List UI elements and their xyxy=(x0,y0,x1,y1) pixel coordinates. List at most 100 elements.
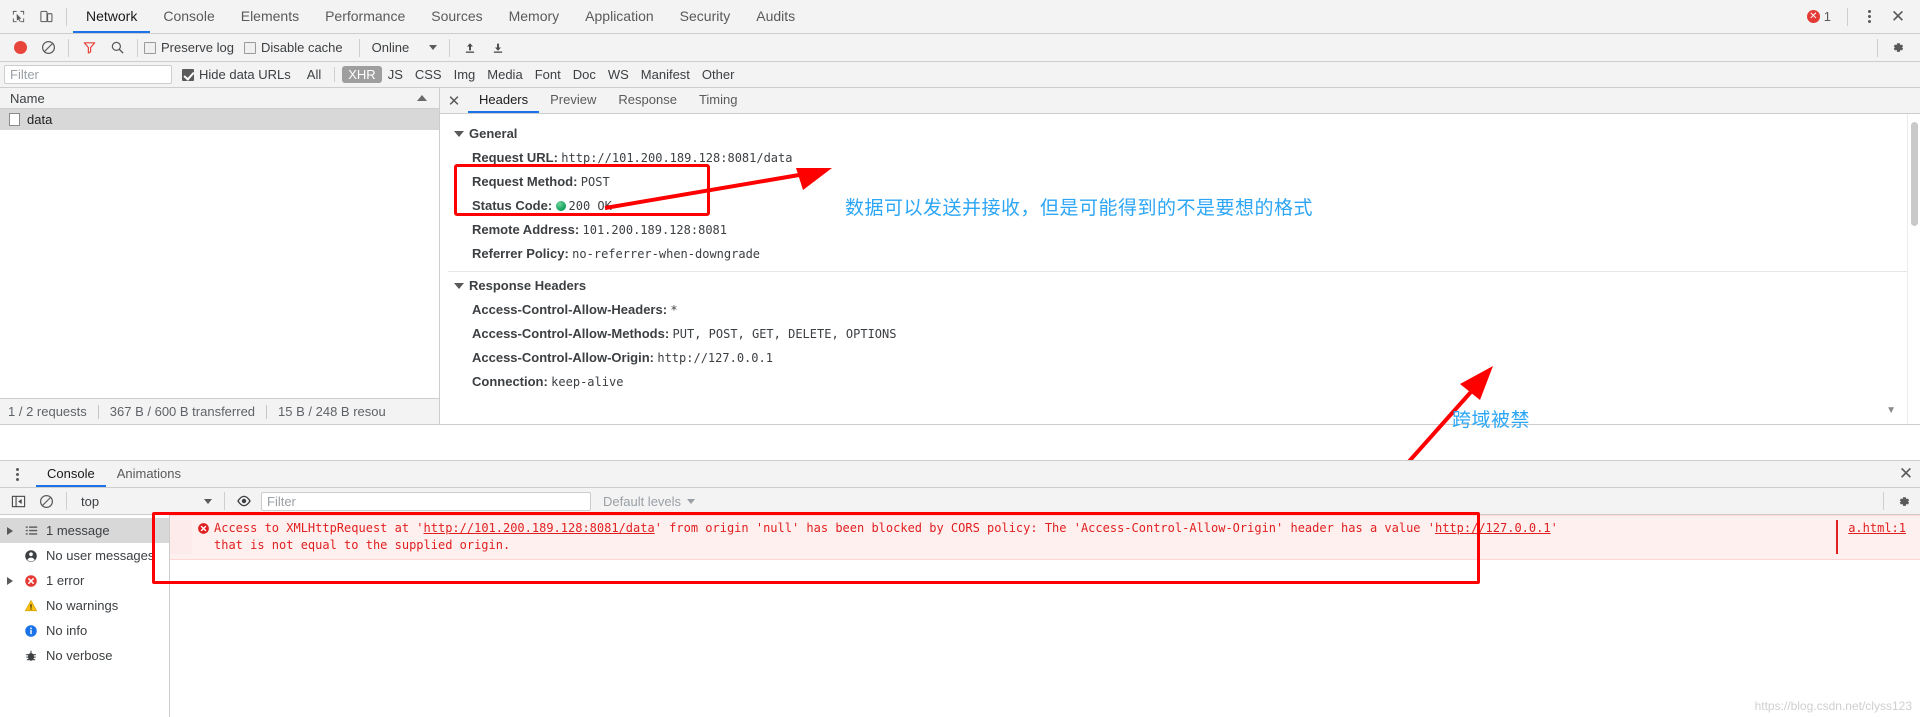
gear-icon[interactable] xyxy=(1890,490,1916,512)
console-error-message[interactable]: Access to XMLHttpRequest at 'http://101.… xyxy=(170,515,1920,560)
response-headers-section-title[interactable]: Response Headers xyxy=(440,274,1920,298)
sidebar-item-warnings[interactable]: No warnings xyxy=(0,593,169,618)
error-request-url-link[interactable]: http://101.200.189.128:8081/data xyxy=(424,521,655,535)
header-value: * xyxy=(670,303,678,317)
gear-icon[interactable] xyxy=(1884,37,1910,59)
console-levels-select[interactable]: Default levels xyxy=(603,494,696,509)
export-har-icon[interactable] xyxy=(484,35,512,61)
sidebar-item-info[interactable]: No info xyxy=(0,618,169,643)
tab-application[interactable]: Application xyxy=(572,0,667,33)
type-filter-img[interactable]: Img xyxy=(448,66,482,83)
console-drawer: Console Animations ✕ top Filter Default … xyxy=(0,460,1920,717)
scroll-down-arrow-icon[interactable]: ▼ xyxy=(1886,405,1896,416)
sidebar-item-verbose[interactable]: No verbose xyxy=(0,643,169,668)
clear-console-icon[interactable] xyxy=(32,488,60,514)
netbar-divider-2 xyxy=(137,38,138,57)
user-icon xyxy=(23,549,39,563)
close-details-icon[interactable]: ✕ xyxy=(440,88,468,114)
type-filter-media[interactable]: Media xyxy=(481,66,528,83)
header-row-status-code: Status Code: 200 OK xyxy=(440,194,1920,218)
import-har-icon[interactable] xyxy=(456,35,484,61)
sidebar-item-label: No verbose xyxy=(46,648,113,663)
general-section-title[interactable]: General xyxy=(440,122,1920,146)
request-list-panel: Name data 1 / 2 requests 367 B / 600 B t… xyxy=(0,88,440,424)
type-filter-css[interactable]: CSS xyxy=(409,66,448,83)
header-key: Access-Control-Allow-Methods: xyxy=(472,326,670,341)
tab-network[interactable]: Network xyxy=(73,0,151,33)
headers-content: General Request URL: http://101.200.189.… xyxy=(440,114,1920,424)
disable-cache-label: Disable cache xyxy=(260,40,343,55)
request-details-panel: ✕ Headers Preview Response Timing Genera… xyxy=(440,88,1920,424)
error-allowed-origin-link[interactable]: http://127.0.0.1 xyxy=(1435,521,1551,535)
hide-data-urls-checkbox[interactable]: Hide data URLs xyxy=(182,67,291,82)
type-filter-ws[interactable]: WS xyxy=(602,66,635,83)
tab-preview[interactable]: Preview xyxy=(539,88,607,113)
expand-triangle-icon[interactable] xyxy=(4,576,16,585)
tab-response[interactable]: Response xyxy=(607,88,688,113)
error-source-link[interactable]: a.html:1 xyxy=(1848,520,1920,554)
tab-audits[interactable]: Audits xyxy=(743,0,808,33)
document-icon xyxy=(9,113,20,126)
type-filter-js[interactable]: JS xyxy=(382,66,409,83)
header-row-request-method: Request Method: POST xyxy=(440,170,1920,194)
tab-timing[interactable]: Timing xyxy=(688,88,749,113)
tab-headers[interactable]: Headers xyxy=(468,88,540,113)
search-icon[interactable] xyxy=(103,35,131,61)
header-key: Referrer Policy: xyxy=(472,246,569,261)
error-count-badge[interactable]: ✕ 1 xyxy=(1799,9,1839,24)
record-button-icon[interactable] xyxy=(6,35,34,61)
drawer-more-menu-icon[interactable] xyxy=(4,461,30,487)
type-filter-manifest[interactable]: Manifest xyxy=(635,66,696,83)
filter-input[interactable] xyxy=(4,65,172,84)
sidebar-toggle-icon[interactable] xyxy=(4,488,32,514)
sidebar-item-label: 1 message xyxy=(46,523,110,538)
live-expression-eye-icon[interactable] xyxy=(231,490,257,512)
details-scrollbar[interactable] xyxy=(1907,114,1920,424)
device-toolbar-icon[interactable] xyxy=(32,4,60,30)
tab-elements[interactable]: Elements xyxy=(228,0,312,33)
sidebar-item-label: No user messages xyxy=(46,548,155,563)
tab-animations[interactable]: Animations xyxy=(106,461,192,487)
network-toolbar: Preserve log Disable cache Online xyxy=(0,34,1920,62)
close-devtools-icon[interactable]: ✕ xyxy=(1884,4,1912,30)
execution-context-select[interactable]: top xyxy=(73,494,218,509)
table-row[interactable]: data xyxy=(0,109,439,130)
type-filter-font[interactable]: Font xyxy=(529,66,567,83)
inspect-cursor-icon[interactable] xyxy=(4,4,32,30)
expand-triangle-icon[interactable] xyxy=(4,526,16,535)
tab-console-drawer[interactable]: Console xyxy=(36,461,106,487)
preserve-log-label: Preserve log xyxy=(161,40,234,55)
sidebar-item-user-messages[interactable]: No user messages xyxy=(0,543,169,568)
disable-cache-checkbox[interactable]: Disable cache xyxy=(243,40,343,55)
type-filter-xhr[interactable]: XHR xyxy=(342,66,382,83)
requests-count: 1 / 2 requests xyxy=(8,404,87,419)
preserve-log-checkbox[interactable]: Preserve log xyxy=(144,40,234,55)
type-filter-all[interactable]: All xyxy=(301,66,327,83)
console-filter-input[interactable] xyxy=(261,491,591,511)
toolbar-divider xyxy=(66,7,67,26)
sidebar-item-errors[interactable]: 1 error xyxy=(0,568,169,593)
close-drawer-icon[interactable]: ✕ xyxy=(1892,461,1920,487)
header-value: http://127.0.0.1 xyxy=(657,351,773,365)
scrollbar-thumb[interactable] xyxy=(1911,122,1918,226)
tab-performance[interactable]: Performance xyxy=(312,0,418,33)
warning-icon xyxy=(23,599,39,613)
tab-security[interactable]: Security xyxy=(667,0,744,33)
error-icon: ✕ xyxy=(1806,10,1820,23)
tab-memory[interactable]: Memory xyxy=(496,0,573,33)
request-column-header[interactable]: Name xyxy=(0,88,439,109)
tab-sources[interactable]: Sources xyxy=(418,0,495,33)
filter-funnel-icon[interactable] xyxy=(75,35,103,61)
type-filter-doc[interactable]: Doc xyxy=(567,66,602,83)
throttling-select[interactable]: Online xyxy=(366,40,444,55)
drawer-tab-bar: Console Animations ✕ xyxy=(0,461,1920,488)
sidebar-item-label: 1 error xyxy=(46,573,85,588)
type-filter-other[interactable]: Other xyxy=(696,66,741,83)
devtools-more-menu-icon[interactable] xyxy=(1856,4,1882,30)
chevron-down-icon xyxy=(454,130,464,137)
list-icon xyxy=(23,524,39,537)
sidebar-item-messages[interactable]: 1 message xyxy=(0,518,169,543)
tab-console[interactable]: Console xyxy=(150,0,227,33)
devtools-tab-bar: Network Console Elements Performance Sou… xyxy=(0,0,1920,34)
clear-icon[interactable] xyxy=(34,35,62,61)
